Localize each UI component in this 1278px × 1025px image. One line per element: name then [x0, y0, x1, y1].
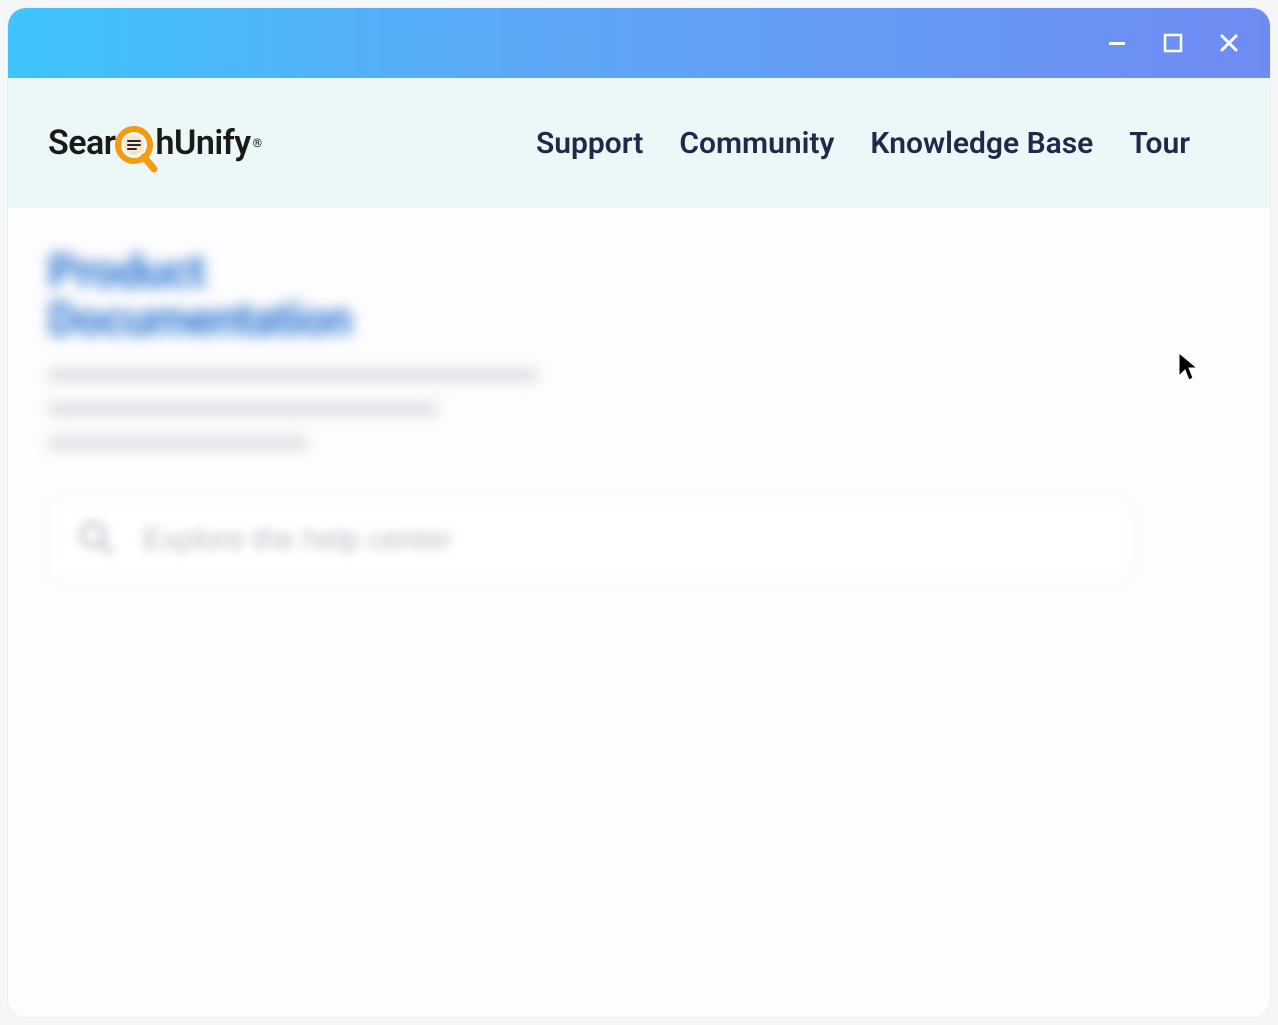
placeholder-line	[48, 369, 538, 381]
placeholder-line	[48, 437, 308, 449]
maximize-button[interactable]	[1162, 32, 1184, 54]
minimize-icon	[1107, 33, 1127, 53]
logo[interactable]: Sear hUnify ®	[48, 119, 262, 167]
titlebar	[8, 8, 1270, 78]
placeholder-line	[48, 403, 438, 415]
hero-block: Product Documentation	[48, 248, 1230, 449]
logo-magnifier-icon	[114, 125, 158, 173]
search-section	[48, 499, 1230, 581]
content-area: Product Documentation	[8, 208, 1270, 1017]
logo-registered-mark: ®	[253, 136, 262, 150]
page-title-line1: Product	[48, 248, 1230, 296]
logo-text-left: Sear	[48, 123, 116, 163]
search-box[interactable]	[48, 499, 1133, 581]
close-icon	[1219, 33, 1239, 53]
nav-item-knowledge-base[interactable]: Knowledge Base	[870, 126, 1093, 161]
minimize-button[interactable]	[1106, 32, 1128, 54]
page-title: Product Documentation	[48, 248, 1230, 345]
search-input[interactable]	[143, 523, 1104, 557]
page-title-line2: Documentation	[48, 296, 1230, 344]
nav: Support Community Knowledge Base Tour	[536, 126, 1190, 161]
header: Sear hUnify ® Support Community Knowledg…	[8, 78, 1270, 208]
app-window: Sear hUnify ® Support Community Knowledg…	[8, 8, 1270, 1017]
hero-description-placeholder	[48, 369, 1230, 449]
nav-item-tour[interactable]: Tour	[1129, 126, 1190, 161]
nav-item-community[interactable]: Community	[679, 126, 834, 161]
maximize-icon	[1163, 33, 1183, 53]
logo-text-right: hUnify	[156, 123, 251, 163]
close-button[interactable]	[1218, 32, 1240, 54]
nav-item-support[interactable]: Support	[536, 126, 643, 161]
search-icon	[77, 519, 115, 561]
